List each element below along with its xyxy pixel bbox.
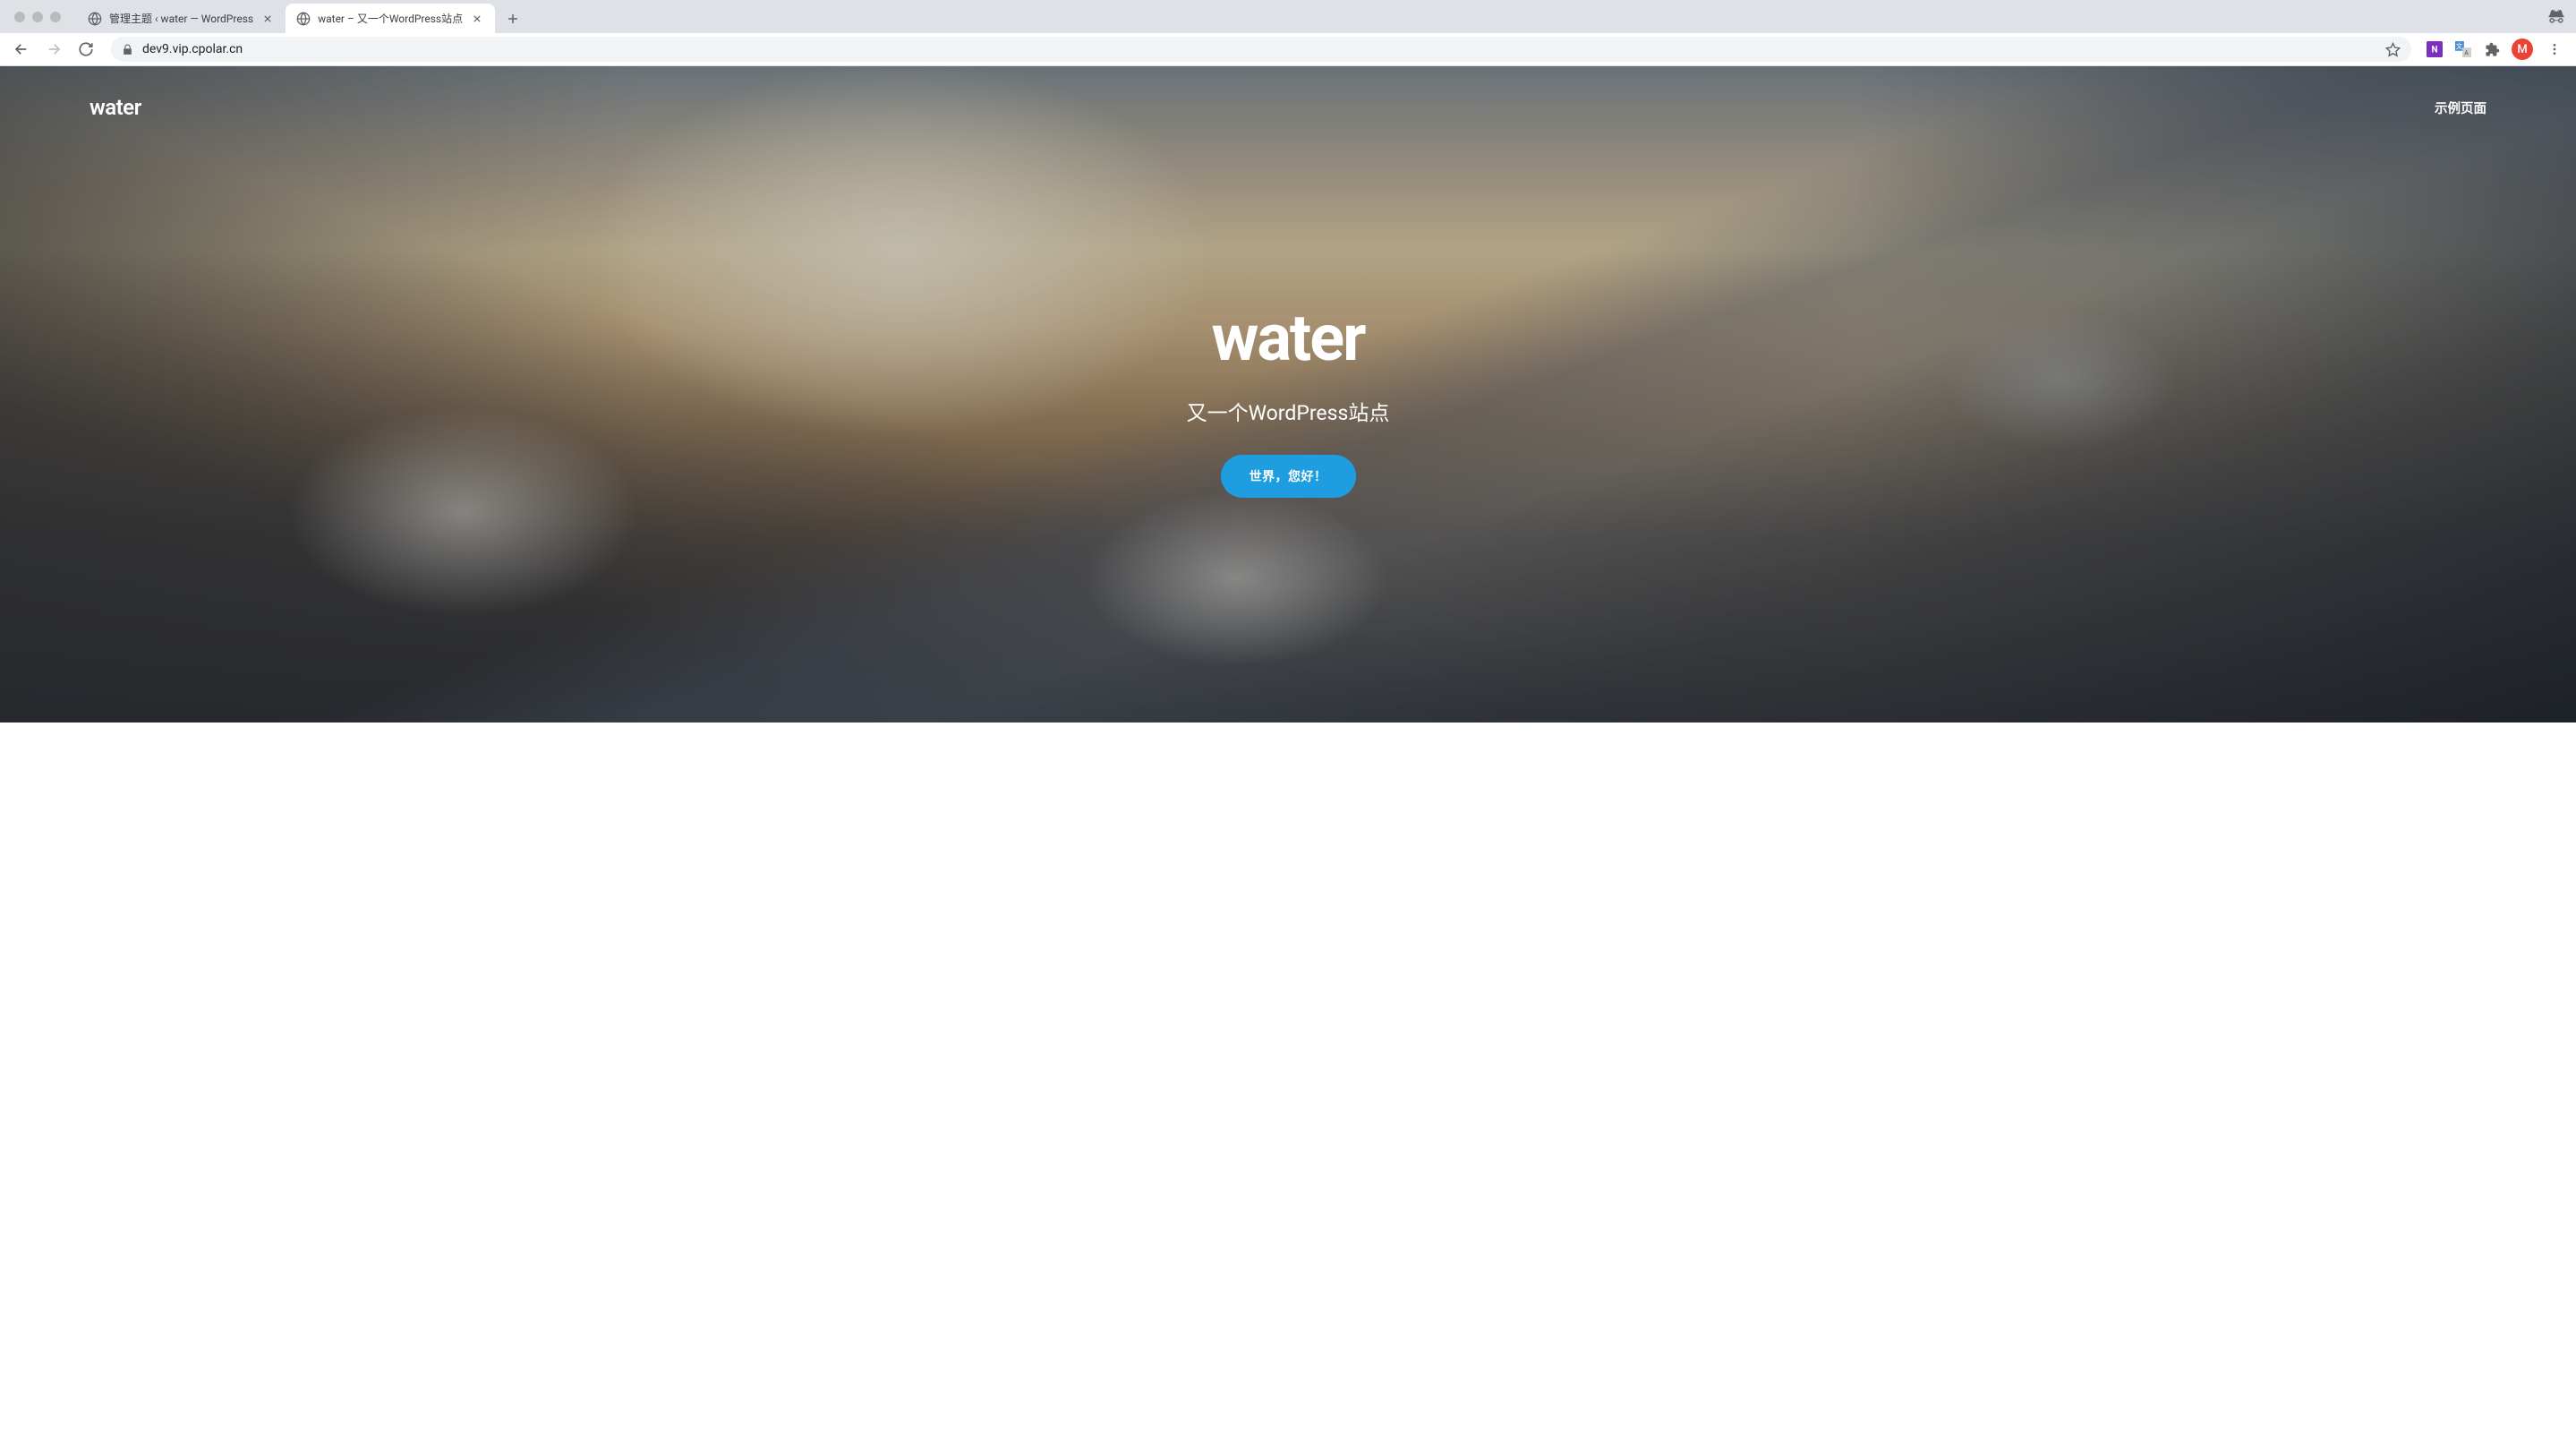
url-text: dev9.vip.cpolar.cn <box>142 42 2376 56</box>
extensions-puzzle-icon[interactable] <box>2479 37 2504 62</box>
close-icon[interactable] <box>260 12 275 26</box>
browser-tab-strip: 管理主题 ‹ water — WordPress water – 又一个Word… <box>0 0 2576 33</box>
svg-text:N: N <box>2432 46 2438 56</box>
tab-title: 管理主题 ‹ water — WordPress <box>109 11 253 26</box>
browser-toolbar: dev9.vip.cpolar.cn N 文A M <box>0 33 2576 66</box>
tab-wordpress-admin[interactable]: 管理主题 ‹ water — WordPress <box>77 4 286 33</box>
extension-translate-icon[interactable]: 文A <box>2451 37 2476 62</box>
svg-text:A: A <box>2464 48 2469 56</box>
hero-title: water <box>1211 300 1364 376</box>
globe-icon <box>88 12 102 26</box>
kebab-menu-icon[interactable] <box>2540 35 2569 64</box>
page-content: water 示例页面 water 又一个WordPress站点 世界，您好！ <box>0 66 2576 722</box>
window-maximize-button[interactable] <box>50 12 61 22</box>
lock-icon <box>122 44 133 56</box>
incognito-icon <box>2547 9 2565 23</box>
address-bar[interactable]: dev9.vip.cpolar.cn <box>111 37 2411 62</box>
window-minimize-button[interactable] <box>32 12 43 22</box>
profile-avatar[interactable]: M <box>2512 38 2533 60</box>
hero-cta-button[interactable]: 世界，您好！ <box>1221 455 1356 498</box>
tabs-container: 管理主题 ‹ water — WordPress water – 又一个Word… <box>77 0 525 33</box>
globe-icon <box>296 12 311 26</box>
star-icon[interactable] <box>2385 42 2401 57</box>
back-button[interactable] <box>7 35 36 64</box>
window-controls <box>7 0 70 33</box>
profile-initial: M <box>2517 43 2527 56</box>
hero-content: water 又一个WordPress站点 世界，您好！ <box>0 71 2576 722</box>
reload-button[interactable] <box>72 35 100 64</box>
window-close-button[interactable] <box>14 12 25 22</box>
extension-onenote-icon[interactable]: N <box>2422 37 2447 62</box>
forward-button[interactable] <box>39 35 68 64</box>
svg-text:文: 文 <box>2456 42 2462 50</box>
tab-water-site[interactable]: water – 又一个WordPress站点 <box>286 4 495 33</box>
tab-title: water – 又一个WordPress站点 <box>318 11 463 26</box>
close-icon[interactable] <box>470 12 484 26</box>
new-tab-button[interactable] <box>500 6 525 31</box>
hero-tagline: 又一个WordPress站点 <box>1187 396 1390 426</box>
